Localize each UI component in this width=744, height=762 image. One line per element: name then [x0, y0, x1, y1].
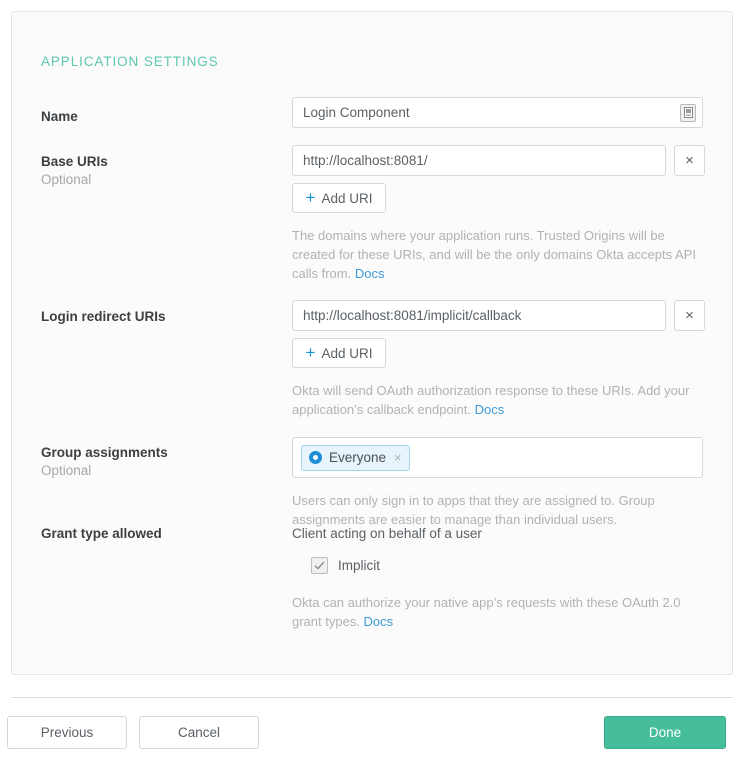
group-assignments-label: Group assignments	[41, 445, 168, 460]
footer-actions: Previous Cancel Done	[0, 716, 744, 750]
cancel-button[interactable]: Cancel	[139, 716, 259, 749]
application-settings-page: APPLICATION SETTINGS Name Login Componen…	[0, 0, 744, 762]
name-label-group: Name	[41, 108, 281, 125]
footer-divider	[11, 697, 733, 698]
application-settings-card: APPLICATION SETTINGS Name Login Componen…	[11, 11, 733, 675]
remove-group-chip-icon[interactable]: ×	[394, 451, 402, 464]
login-redirect-uris-docs-link[interactable]: Docs	[475, 402, 505, 417]
name-label: Name	[41, 109, 78, 124]
grant-type-heading: Client acting on behalf of a user	[292, 526, 482, 541]
remove-login-redirect-uri-button[interactable]: ×	[674, 300, 705, 331]
close-icon: ×	[685, 307, 694, 324]
done-button[interactable]: Done	[604, 716, 726, 749]
implicit-checkbox-label: Implicit	[338, 558, 381, 573]
grant-type-label: Grant type allowed	[41, 526, 162, 541]
name-field-group: Login Component	[292, 97, 703, 128]
grant-type-label-group: Grant type allowed	[41, 525, 281, 542]
grant-type-docs-link[interactable]: Docs	[364, 614, 394, 629]
grant-type-help-text: Okta can authorize your native app’s req…	[292, 593, 696, 631]
add-login-redirect-uri-label: Add URI	[321, 345, 373, 361]
group-chip-label: Everyone	[329, 450, 387, 465]
base-uris-help-text: The domains where your application runs.…	[292, 226, 696, 283]
image-placeholder-icon[interactable]	[680, 103, 696, 122]
base-uris-label-group: Base URIs Optional	[41, 153, 281, 188]
remove-base-uri-button[interactable]: ×	[674, 145, 705, 176]
name-input-wrap: Login Component	[292, 97, 703, 128]
plus-icon: +	[305, 187, 316, 207]
group-assignments-label-group: Group assignments Optional	[41, 444, 281, 479]
login-redirect-uri-input-wrap: http://localhost:8081/implicit/callback …	[292, 300, 705, 331]
group-assignments-field-group: Everyone × Users can only sign in to app…	[292, 437, 703, 529]
base-uri-input-wrap: http://localhost:8081/ ×	[292, 145, 705, 176]
group-chip-everyone[interactable]: Everyone ×	[301, 444, 410, 471]
implicit-checkbox[interactable]	[311, 557, 328, 574]
base-uris-label: Base URIs	[41, 154, 108, 169]
login-redirect-uri-input[interactable]: http://localhost:8081/implicit/callback	[292, 300, 666, 331]
plus-icon: +	[305, 342, 316, 362]
group-assignments-help-text: Users can only sign in to apps that they…	[292, 493, 655, 527]
add-login-redirect-uri-button[interactable]: + Add URI	[292, 338, 386, 368]
base-uris-field-group: http://localhost:8081/ × + Add URI The d…	[292, 145, 705, 283]
name-input[interactable]: Login Component	[292, 97, 703, 128]
base-uris-sublabel: Optional	[41, 172, 92, 187]
base-uri-input-value: http://localhost:8081/	[303, 153, 428, 168]
grant-type-help-body: Okta can authorize your native app’s req…	[292, 595, 681, 629]
add-base-uri-button[interactable]: + Add URI	[292, 183, 386, 213]
base-uris-docs-link[interactable]: Docs	[355, 266, 385, 281]
login-redirect-uri-input-value: http://localhost:8081/implicit/callback	[303, 308, 522, 323]
page-title: APPLICATION SETTINGS	[41, 54, 219, 69]
close-icon: ×	[685, 152, 694, 169]
grant-type-field-group: Client acting on behalf of a user Implic…	[292, 525, 696, 631]
base-uris-help-body: The domains where your application runs.…	[292, 228, 696, 281]
group-assignments-input[interactable]: Everyone ×	[292, 437, 703, 478]
base-uri-input[interactable]: http://localhost:8081/	[292, 145, 666, 176]
login-redirect-field-group: http://localhost:8081/implicit/callback …	[292, 300, 705, 419]
name-input-value: Login Component	[303, 105, 410, 120]
add-base-uri-label: Add URI	[321, 190, 373, 206]
previous-button[interactable]: Previous	[7, 716, 127, 749]
group-ring-icon	[309, 451, 322, 464]
login-redirect-label-group: Login redirect URIs	[41, 308, 281, 325]
implicit-checkbox-row[interactable]: Implicit	[311, 557, 696, 574]
login-redirect-uris-label: Login redirect URIs	[41, 309, 166, 324]
group-assignments-sublabel: Optional	[41, 463, 92, 478]
login-redirect-uris-help-text: Okta will send OAuth authorization respo…	[292, 381, 696, 419]
